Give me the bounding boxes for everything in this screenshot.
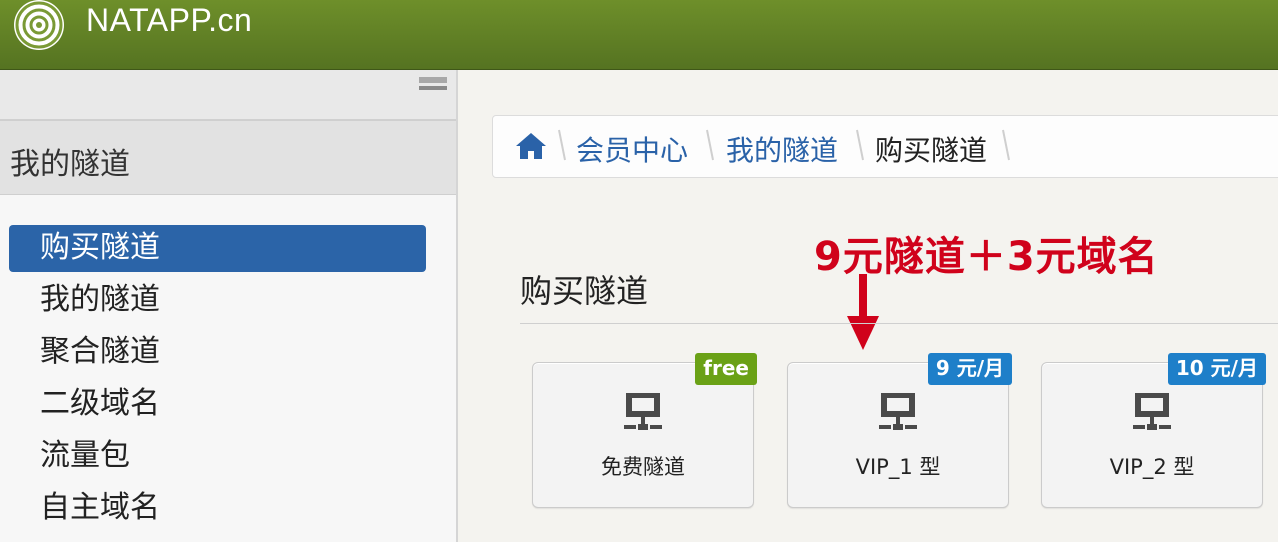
breadcrumb-my-tunnels[interactable]: 我的隧道 — [726, 129, 838, 169]
server-icon — [1133, 393, 1171, 430]
home-icon[interactable] — [515, 131, 547, 161]
breadcrumb-current: 购买隧道 — [875, 134, 988, 167]
plan-label: 免费隧道 — [601, 455, 685, 479]
arrow-down-icon — [847, 274, 879, 350]
breadcrumb-separator — [705, 128, 715, 162]
main-content: 会员中心 我的隧道 购买隧道 9元隧道＋3元域名 购买隧道 free 免费隧道 — [460, 70, 1278, 542]
breadcrumb-separator — [855, 128, 865, 162]
breadcrumb-member-center[interactable]: 会员中心 — [576, 129, 688, 169]
title-divider — [520, 323, 1278, 324]
plan-card-vip2[interactable]: 10 元/月 VIP_2 型 — [1041, 353, 1266, 508]
plan-card-vip1[interactable]: 9 元/月 VIP_1 型 — [787, 353, 1012, 508]
sidebar-item-subdomains[interactable]: 二级域名 — [0, 381, 456, 433]
sidebar-item-buy-tunnel[interactable]: 购买隧道 — [9, 225, 426, 272]
top-bar: NATAPP.cn — [0, 0, 1278, 70]
sidebar-menu: 购买隧道 我的隧道 聚合隧道 二级域名 流量包 自主域名 — [0, 225, 456, 537]
natapp-logo-icon[interactable] — [14, 0, 64, 50]
plan-label: VIP_1 型 — [855, 455, 941, 479]
server-icon — [879, 393, 917, 430]
server-icon — [624, 393, 662, 430]
breadcrumb-separator — [1001, 128, 1011, 162]
plan-card-free[interactable]: free 免费隧道 — [532, 353, 757, 508]
sidebar-toolbar — [0, 70, 456, 120]
sidebar-item-custom-domains[interactable]: 自主域名 — [0, 485, 456, 537]
sidebar-item-traffic-packs[interactable]: 流量包 — [0, 433, 456, 485]
sidebar-section-header[interactable]: 我的隧道 — [0, 120, 456, 195]
sidebar-item-aggregate-tunnels[interactable]: 聚合隧道 — [0, 329, 456, 381]
sidebar-item-my-tunnels[interactable]: 我的隧道 — [0, 277, 456, 329]
sidebar-section-title: 我的隧道 — [10, 147, 130, 182]
plan-badge: free — [695, 353, 757, 385]
sidebar-collapse-icon[interactable] — [419, 77, 447, 95]
sidebar: 我的隧道 购买隧道 我的隧道 聚合隧道 二级域名 流量包 自主域名 — [0, 70, 458, 542]
breadcrumb-separator — [557, 128, 567, 162]
brand-name[interactable]: NATAPP.cn — [86, 2, 252, 39]
page-title: 购买隧道 — [520, 272, 649, 310]
plan-label: VIP_2 型 — [1109, 455, 1195, 479]
plan-badge: 9 元/月 — [927, 353, 1012, 385]
breadcrumb: 会员中心 我的隧道 购买隧道 — [492, 115, 1278, 178]
plan-badge: 10 元/月 — [1167, 353, 1266, 385]
